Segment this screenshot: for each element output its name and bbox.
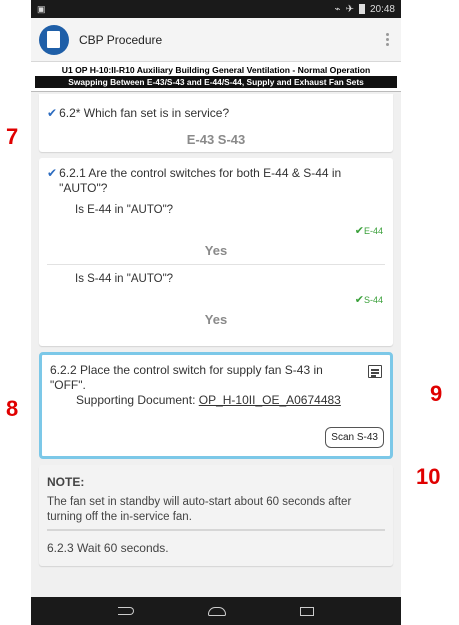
green-check-icon: ✔ (354, 294, 364, 306)
step-6-2-answer: E-43 S-43 (186, 132, 246, 147)
callout-9: 9 (430, 381, 443, 406)
callout-10: 10 (416, 464, 441, 489)
step-6-2-question: 6.2* Which fan set is in service? (59, 106, 230, 120)
confirm-tag-s44: ✔S-44 (354, 294, 383, 306)
step-6-2-3-text[interactable]: 6.2.3 Wait 60 seconds. (47, 541, 385, 556)
app-logo-icon (39, 24, 69, 55)
app-bar: CBP Procedure (31, 18, 401, 62)
home-icon[interactable] (208, 606, 226, 616)
note-divider (47, 529, 385, 531)
step-6-2-1-card[interactable]: ✔ 6.2.1 Are the control switches for bot… (39, 158, 393, 346)
clock: 20:48 (369, 3, 395, 15)
note-header: NOTE: (47, 475, 85, 489)
overflow-menu-icon[interactable] (381, 33, 393, 46)
confirm-tag-e44: ✔E-44 (354, 225, 383, 237)
status-bar: ▣ ⌁ ✈ 20:48 (31, 0, 401, 18)
green-check-icon: ✔ (354, 225, 364, 237)
answer-e44[interactable]: Yes (39, 243, 393, 258)
checkmark-icon: ✔ (47, 106, 58, 120)
recent-apps-icon[interactable] (300, 606, 314, 616)
divider (47, 264, 385, 265)
sub-question-s44: Is S-44 in "AUTO"? (75, 273, 174, 285)
procedure-header: U1 OP H-10:II-R10 Auxiliary Building Gen… (31, 62, 401, 92)
signal-icon: ⌁ (334, 3, 341, 15)
airplane-icon: ✈ (345, 3, 354, 15)
callout-8: 8 (6, 396, 19, 421)
supporting-document-link[interactable]: OP_H-10II_OE_A0674483 (199, 393, 341, 407)
sub-question-e44: Is E-44 in "AUTO"? (75, 204, 174, 216)
system-nav-bar (31, 597, 401, 625)
app-title: CBP Procedure (79, 32, 163, 47)
back-icon[interactable] (118, 607, 134, 615)
callout-7: 7 (6, 124, 19, 149)
battery-icon (358, 4, 365, 14)
step-list[interactable]: ✔ 6.2* Which fan set is in service? E-43 … (31, 94, 401, 597)
answer-s44[interactable]: Yes (39, 312, 393, 327)
notification-icon: ▣ (37, 3, 46, 14)
screenshot-stage: 7 8 9 10 ▣ ⌁ ✈ 20:48 CBP Procedure U1 OP… (0, 0, 459, 625)
checkmark-icon: ✔ (47, 166, 58, 180)
procedure-subtitle: Swapping Between E-43/S-43 and E-44/S-44… (35, 76, 397, 88)
step-6-2-card[interactable]: ✔ 6.2* Which fan set is in service? E-43 … (39, 94, 393, 152)
supporting-document: Supporting Document: OP_H-10II_OE_A06744… (76, 393, 341, 407)
step-6-2-1-question: 6.2.1 Are the control switches for both … (59, 166, 342, 195)
scan-button[interactable]: Scan S-43 (325, 427, 384, 448)
device-screen: ▣ ⌁ ✈ 20:48 CBP Procedure U1 OP H-10:II-… (31, 0, 401, 625)
note-card: NOTE: The fan set in standby will auto-s… (39, 465, 393, 566)
step-6-2-2-question: 6.2.2 Place the control switch for suppl… (50, 363, 323, 392)
note-body: The fan set in standby will auto-start a… (47, 496, 352, 523)
notes-icon[interactable] (368, 365, 382, 378)
step-6-2-2-card-selected[interactable]: 6.2.2 Place the control switch for suppl… (39, 352, 393, 459)
procedure-title: U1 OP H-10:II-R10 Auxiliary Building Gen… (61, 65, 371, 75)
